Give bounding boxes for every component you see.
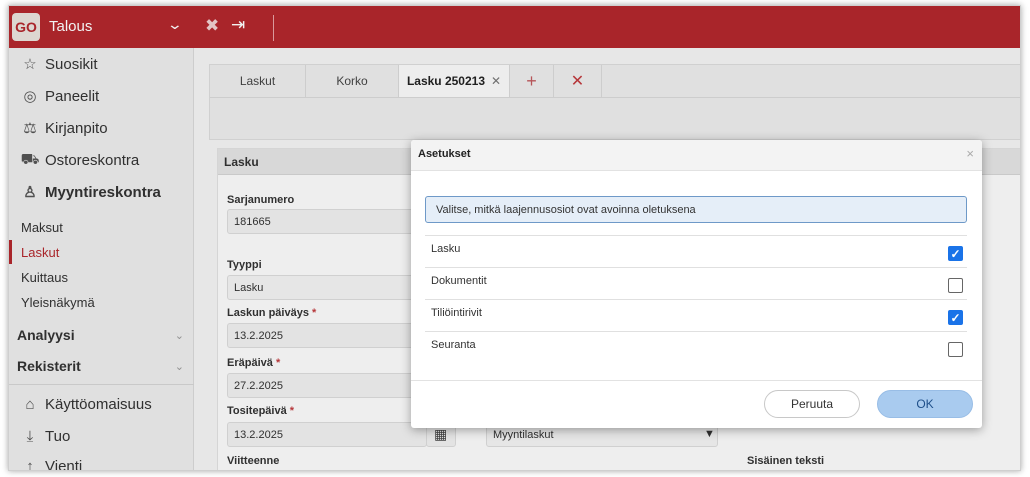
option-row-tilointirivit: Tiliöintirivit ✓ [425, 299, 967, 331]
option-row-lasku: Lasku ✓ [425, 235, 967, 267]
app-window: GO Talous ⌄ ✖ ⇥ ☆ Suosikit ◎ Paneelit ⚖ … [8, 5, 1021, 471]
option-label: Lasku [431, 243, 461, 255]
option-checkbox-seuranta[interactable] [948, 342, 963, 357]
option-label: Seuranta [431, 339, 476, 351]
ok-button[interactable]: OK [877, 390, 973, 418]
option-label: Tiliöintirivit [431, 307, 482, 319]
cancel-button[interactable]: Peruuta [764, 390, 860, 418]
info-message: Valitse, mitkä laajennusosiot ovat avoin… [425, 196, 967, 223]
settings-dialog: Asetukset × Valitse, mitkä laajennusosio… [411, 140, 982, 428]
option-row-seuranta: Seuranta [425, 331, 967, 363]
option-row-dokumentit: Dokumentit [425, 267, 967, 299]
dialog-header: Asetukset × [411, 140, 982, 171]
dialog-title: Asetukset [418, 148, 471, 160]
option-label: Dokumentit [431, 275, 487, 287]
dialog-footer-divider [411, 380, 982, 381]
close-icon[interactable]: × [966, 146, 974, 161]
option-checkbox-tilointirivit[interactable]: ✓ [948, 310, 963, 325]
option-checkbox-lasku[interactable]: ✓ [948, 246, 963, 261]
option-checkbox-dokumentit[interactable] [948, 278, 963, 293]
